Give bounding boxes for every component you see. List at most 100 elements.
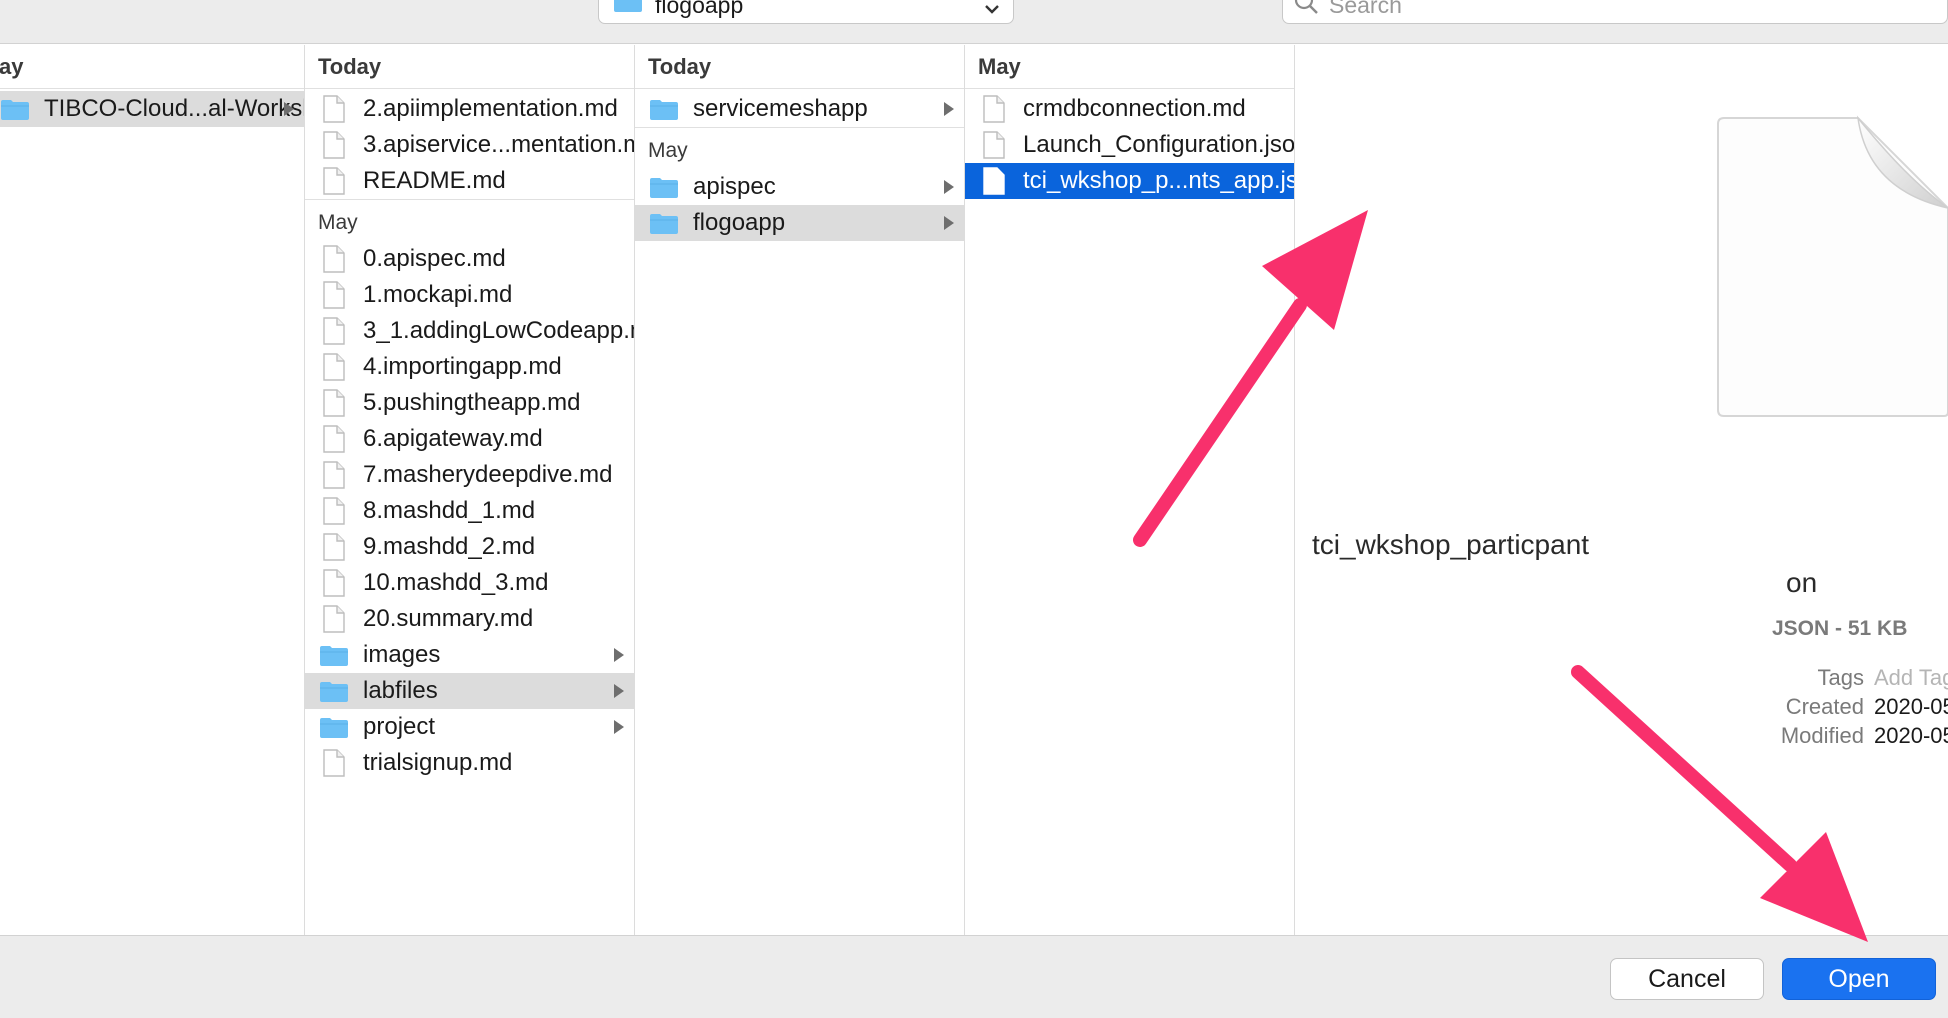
document-icon: [1708, 90, 1948, 425]
document-icon: [319, 316, 349, 346]
add-tags-field[interactable]: Add Tags: [1874, 665, 1948, 691]
location-popup[interactable]: flogoapp: [598, 0, 1014, 24]
file-item-trialsignup-md[interactable]: trialsignup.md: [305, 745, 634, 781]
section-header: May: [965, 45, 1294, 89]
document-icon: [319, 388, 349, 418]
folder-item-labfiles[interactable]: labfiles: [305, 673, 634, 709]
file-item-6-apigateway-md[interactable]: 6.apigateway.md: [305, 421, 634, 457]
item-label: servicemeshapp: [693, 95, 868, 122]
browser-column-3: Today servicemeshapp May apispec flogoapp: [635, 45, 965, 935]
file-item-launch-configuration-json[interactable]: Launch_Configuration.json: [965, 127, 1294, 163]
item-label: 0.apispec.md: [363, 245, 506, 272]
file-item-7-masherydeepdive-md[interactable]: 7.masherydeepdive.md: [305, 457, 634, 493]
folder-item-project[interactable]: project: [305, 709, 634, 745]
folder-icon: [319, 676, 349, 706]
file-item-0-apispec-md[interactable]: 0.apispec.md: [305, 241, 634, 277]
item-label: tci_wkshop_p...nts_app.json: [1023, 167, 1295, 194]
document-icon: [319, 130, 349, 160]
item-label: crmdbconnection.md: [1023, 95, 1246, 122]
item-label: 7.masherydeepdive.md: [363, 461, 613, 488]
folder-icon: [649, 172, 679, 202]
disclosure-arrow-icon: [284, 102, 294, 116]
item-label: 8.mashdd_1.md: [363, 497, 536, 524]
search-icon: [1293, 0, 1319, 21]
item-label: 9.mashdd_2.md: [363, 533, 536, 560]
document-icon: [319, 568, 349, 598]
disclosure-arrow-icon: [614, 720, 624, 734]
item-label: 10.mashdd_3.md: [363, 569, 549, 596]
item-label: README.md: [363, 167, 506, 194]
folder-icon: [0, 94, 30, 124]
item-label: 2.apiimplementation.md: [363, 95, 618, 122]
file-item-4-importingapp-md[interactable]: 4.importingapp.md: [305, 349, 634, 385]
dialog-button-bar: Cancel Open: [0, 935, 1948, 1018]
item-label: 5.pushingtheapp.md: [363, 389, 581, 416]
item-label: apispec: [693, 173, 776, 200]
document-icon: [319, 460, 349, 490]
item-label: trialsignup.md: [363, 749, 513, 776]
created-label: Created: [1785, 694, 1864, 719]
document-icon: [319, 532, 349, 562]
search-placeholder: Search: [1329, 0, 1402, 18]
file-item-3-apiservice-mentation-md[interactable]: 3.apiservice...mentation.md: [305, 127, 634, 163]
folder-item-tibco-cloud-al-workshop[interactable]: TIBCO-Cloud...al-Workshop: [0, 91, 304, 127]
folder-icon: [319, 712, 349, 742]
preview-file-name-line2: on: [1786, 567, 1818, 598]
cancel-button[interactable]: Cancel: [1610, 958, 1764, 1000]
item-label: 1.mockapi.md: [363, 281, 513, 308]
file-item-crmdbconnection-md[interactable]: crmdbconnection.md: [965, 91, 1294, 127]
document-icon: [319, 424, 349, 454]
search-input[interactable]: Search: [1282, 0, 1948, 24]
modified-label: Modified: [1780, 723, 1864, 748]
file-item-8-mashdd-1-md[interactable]: 8.mashdd_1.md: [305, 493, 634, 529]
item-label: 6.apigateway.md: [363, 425, 543, 452]
document-icon: [319, 748, 349, 778]
section-header: Today: [305, 45, 634, 89]
created-row: Created: [1610, 694, 1864, 724]
file-item-3-1-addinglowcodeapp-md[interactable]: 3_1.addingLowCodeapp.md: [305, 313, 634, 349]
document-icon: [319, 604, 349, 634]
section-header: May: [635, 127, 964, 169]
file-item-tci-wkshop-p-nts-app-json[interactable]: tci_wkshop_p...nts_app.json: [965, 163, 1294, 199]
file-item-20-summary-md[interactable]: 20.summary.md: [305, 601, 634, 637]
file-item-readme-md[interactable]: README.md: [305, 163, 634, 199]
modified-value: 2020-05-: [1874, 723, 1948, 748]
file-item-5-pushingtheapp-md[interactable]: 5.pushingtheapp.md: [305, 385, 634, 421]
tags-row: Tags: [1610, 665, 1864, 695]
folder-icon: [319, 640, 349, 670]
tags-label: Tags: [1817, 665, 1864, 690]
item-label: 3_1.addingLowCodeapp.md: [363, 317, 635, 344]
item-label: 4.importingapp.md: [363, 353, 562, 380]
open-button[interactable]: Open: [1782, 958, 1936, 1000]
document-icon: [319, 94, 349, 124]
disclosure-arrow-icon: [614, 684, 624, 698]
item-label: labfiles: [363, 677, 438, 704]
document-icon: [319, 244, 349, 274]
folder-item-apispec[interactable]: apispec: [635, 169, 964, 205]
section-header: May: [305, 199, 634, 241]
folder-item-servicemeshapp[interactable]: servicemeshapp: [635, 91, 964, 127]
document-icon: [319, 166, 349, 196]
folder-item-images[interactable]: images: [305, 637, 634, 673]
column-browser: ay TIBCO-Cloud...al-Workshop Today 2.apiim…: [0, 45, 1610, 935]
preview-pane: tci_wkshop_particpant on JSON - 51 KB Ta…: [1312, 45, 1948, 935]
document-icon: [319, 352, 349, 382]
disclosure-arrow-icon: [944, 102, 954, 116]
item-label: TIBCO-Cloud...al-Workshop: [44, 95, 304, 122]
folder-icon: [649, 208, 679, 238]
file-item-2-apiimplementation-md[interactable]: 2.apiimplementation.md: [305, 91, 634, 127]
document-icon: [979, 94, 1009, 124]
item-label: flogoapp: [693, 209, 786, 236]
item-label: 3.apiservice...mentation.md: [363, 131, 635, 158]
document-icon: [979, 130, 1009, 160]
preview-kind-size: JSON - 51 KB: [1772, 617, 1908, 640]
browser-column-2: Today 2.apiimplementation.md 3.apiservice.…: [305, 45, 635, 935]
file-item-1-mockapi-md[interactable]: 1.mockapi.md: [305, 277, 634, 313]
item-label: images: [363, 641, 441, 668]
folder-item-flogoapp[interactable]: flogoapp: [635, 205, 964, 241]
section-header: Today: [635, 45, 964, 89]
file-item-9-mashdd-2-md[interactable]: 9.mashdd_2.md: [305, 529, 634, 565]
document-icon: [319, 496, 349, 526]
file-item-10-mashdd-3-md[interactable]: 10.mashdd_3.md: [305, 565, 634, 601]
browser-column-4: May crmdbconnection.md Launch_Configuratio…: [965, 45, 1295, 935]
